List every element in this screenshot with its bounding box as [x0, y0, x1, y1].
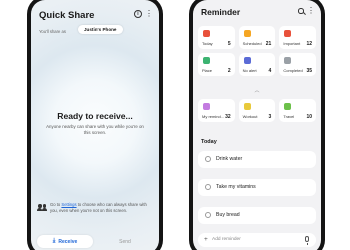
no-alert-icon [243, 57, 251, 64]
tab-receive[interactable]: ⤓ Receive [37, 235, 93, 248]
reminder-screen: Reminder ⋮ Today 5 Scheduled 21 Important 12 P… [193, 0, 321, 250]
device-name-chip[interactable]: Justin's Phone [78, 25, 123, 34]
category-label: Place [202, 68, 213, 73]
ready-title: Ready to receive... [57, 111, 133, 121]
category-label: Travel [283, 114, 295, 119]
category-count: 2 [227, 68, 231, 74]
category-card[interactable]: Workout 3 [238, 99, 276, 122]
section-title: Today [201, 139, 217, 145]
calendar-today-icon [203, 30, 210, 37]
complete-checkbox[interactable] [205, 212, 211, 218]
settings-link[interactable]: Settings [61, 202, 76, 207]
more-vertical-icon[interactable]: ⋮ [145, 10, 153, 18]
category-card[interactable]: Travel 10 [279, 99, 316, 122]
scheduled-icon [243, 30, 251, 37]
category-count: 12 [306, 41, 312, 47]
category-label: Scheduled [242, 41, 262, 46]
bell-icon [203, 103, 210, 110]
tab-send[interactable]: Send [97, 235, 153, 248]
star-icon [284, 30, 292, 37]
info-icon[interactable]: i [134, 10, 142, 18]
category-label: Completed [283, 68, 303, 73]
category-card[interactable]: Important 12 [279, 26, 316, 49]
quick-share-screen: Quick Share i ⋮ You'll share as Justin's… [31, 0, 159, 250]
mic-icon[interactable] [305, 236, 309, 245]
category-count: 32 [225, 114, 231, 120]
category-card[interactable]: Completed 35 [279, 53, 316, 76]
category-label: Workout [242, 114, 258, 119]
category-label: Important [283, 41, 301, 46]
place-icon [203, 57, 210, 64]
list-item[interactable]: Drink water [198, 151, 316, 168]
check-icon [284, 57, 292, 64]
category-count: 21 [265, 41, 272, 47]
list-item[interactable]: Buy bread [198, 207, 316, 224]
category-card[interactable]: Place 2 [198, 53, 235, 76]
category-card[interactable]: No alert 4 [238, 53, 276, 76]
list-item-text: Drink water [216, 156, 243, 162]
category-grid-top: Today 5 Scheduled 21 Important 12 Place 2 No ale… [198, 26, 316, 76]
tab-receive-label: Receive [58, 238, 78, 245]
ready-description: Anyone nearby can share with you while y… [46, 124, 144, 135]
list-item-text: Buy bread [216, 212, 240, 218]
category-count: 10 [306, 114, 312, 120]
chevron-up-icon[interactable]: ︿ [193, 87, 321, 94]
more-vertical-icon[interactable]: ⋮ [307, 6, 315, 15]
category-count: 3 [268, 114, 272, 120]
travel-icon [284, 103, 292, 110]
settings-hint-text: Go to Settings to choose who can always … [50, 202, 151, 214]
people-icon [37, 204, 47, 212]
bottom-tab-bar: ⤓ Receive Send [37, 235, 153, 248]
category-label: My remind... [202, 114, 225, 119]
search-icon[interactable] [298, 8, 306, 15]
phone-frame-right: Reminder ⋮ Today 5 Scheduled 21 Important 12 P… [189, 0, 325, 250]
share-as-label: You'll share as [39, 29, 66, 34]
complete-checkbox[interactable] [205, 156, 211, 162]
category-card[interactable]: Scheduled 21 [238, 26, 276, 49]
page-title: Quick Share [39, 10, 95, 21]
category-card[interactable]: My remind... 32 [198, 99, 235, 122]
download-icon: ⤓ [52, 238, 56, 244]
page-title: Reminder [201, 7, 241, 17]
category-label: No alert [242, 68, 257, 73]
plus-icon[interactable]: + [204, 236, 208, 244]
workout-icon [243, 103, 251, 110]
settings-hint-prefix: Go to [50, 202, 62, 207]
phone-frame-left: Quick Share i ⋮ You'll share as Justin's… [27, 0, 163, 250]
tab-send-label: Send [119, 238, 131, 245]
category-label: Today [202, 41, 213, 46]
complete-checkbox[interactable] [205, 184, 211, 190]
add-reminder-input[interactable]: + Add reminder [198, 233, 316, 247]
settings-hint: Go to Settings to choose who can always … [37, 200, 151, 218]
category-count: 5 [227, 41, 231, 47]
category-count: 35 [306, 68, 312, 74]
category-count: 4 [268, 68, 272, 74]
category-card[interactable]: Today 5 [198, 26, 235, 49]
list-item[interactable]: Take my vitamins [198, 179, 316, 196]
category-grid-lists: My remind... 32 Workout 3 Travel 10 [198, 99, 316, 122]
list-item-text: Take my vitamins [216, 184, 256, 190]
add-reminder-placeholder: Add reminder [212, 237, 241, 242]
